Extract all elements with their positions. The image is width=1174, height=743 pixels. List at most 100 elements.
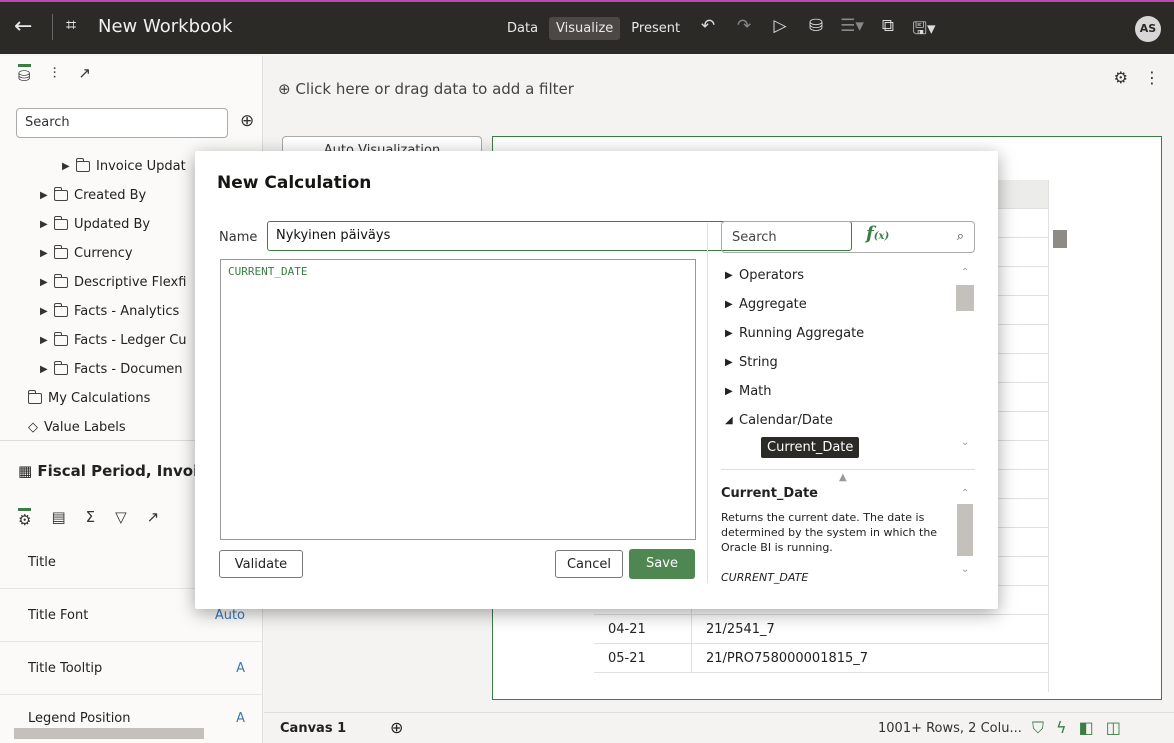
back-arrow-icon[interactable]: ←	[14, 14, 32, 39]
expand-arrow-icon[interactable]: ▶	[721, 270, 739, 281]
cancel-button[interactable]: Cancel	[555, 550, 623, 578]
tree-node-label: Facts - Ledger Cu	[74, 333, 187, 348]
filter-bar[interactable]: ⊕ Click here or drag data to add a filte…	[278, 80, 574, 98]
workbook-icon: ⌗	[66, 15, 77, 36]
property-value[interactable]: A	[236, 661, 245, 676]
tab-data[interactable]: Data	[500, 17, 545, 40]
add-canvas-icon[interactable]: ⊕	[390, 718, 403, 737]
tab-present[interactable]: Present	[624, 17, 687, 40]
search-placeholder: Search	[732, 230, 777, 245]
expand-arrow-icon[interactable]: ▶	[40, 219, 54, 230]
category-label: String	[739, 355, 778, 370]
chevron-down-icon[interactable]: ⌄	[961, 437, 969, 448]
search-icon[interactable]: ⌕	[957, 229, 964, 244]
tag-icon: ◇	[28, 420, 38, 435]
folder-icon	[54, 216, 68, 230]
description-syntax: CURRENT_DATE	[721, 571, 809, 584]
horizontal-scrollbar[interactable]	[6, 726, 251, 740]
visualizations-icon[interactable]: ⫶	[53, 64, 57, 85]
refresh-data-icon[interactable]: ⛁	[798, 16, 834, 45]
chevron-up-icon[interactable]: ⌃	[961, 267, 969, 278]
auto-apply-icon[interactable]: ϟ	[1056, 718, 1067, 738]
data-icon[interactable]: ⛁	[18, 64, 31, 85]
expand-arrow-icon[interactable]: ▶	[721, 357, 739, 368]
tree-node-label: Facts - Analytics	[74, 304, 180, 319]
expand-arrow-icon[interactable]: ▶	[40, 364, 54, 375]
chevron-up-icon[interactable]: ▲	[839, 472, 847, 483]
table-vertical-scrollbar[interactable]	[1048, 180, 1070, 692]
category-item[interactable]: ▶ Running Aggregate	[721, 319, 955, 348]
general-settings-icon[interactable]: ⚙	[18, 508, 32, 529]
expand-arrow-icon[interactable]: ▶	[721, 299, 739, 310]
scrollbar-thumb[interactable]	[1053, 230, 1067, 248]
save-menu-icon[interactable]: 🖫▾	[906, 16, 942, 45]
analytics-icon[interactable]: ↗	[147, 508, 160, 529]
expand-arrow-icon[interactable]: ▶	[40, 335, 54, 346]
chevron-down-icon[interactable]: ⌄	[961, 564, 969, 575]
folder-icon	[54, 274, 68, 288]
expand-arrow-icon[interactable]: ▶	[40, 190, 54, 201]
scrollbar-thumb[interactable]	[956, 285, 974, 311]
grammar-panel-icon[interactable]: ◫	[1106, 718, 1121, 738]
divider	[707, 223, 708, 583]
period-cell: 04-21	[594, 615, 692, 643]
settings-icon[interactable]: ⚙	[1114, 68, 1128, 87]
avatar[interactable]: AS	[1135, 16, 1161, 42]
analytics-icon[interactable]: ↗	[78, 64, 91, 85]
workbook-title[interactable]: New Workbook	[98, 16, 232, 37]
add-data-icon[interactable]: ⊕	[240, 111, 254, 131]
selected-function-item[interactable]: Current_Date	[761, 437, 860, 458]
undo-icon[interactable]: ↶	[690, 16, 726, 45]
category-item[interactable]: ▶ Aggregate	[721, 290, 955, 319]
function-description: ▲ Current_Date Returns the current date.…	[721, 469, 975, 584]
folder-icon	[76, 158, 90, 172]
panel-search-input[interactable]: Search	[16, 108, 228, 138]
expand-arrow-icon[interactable]: ▶	[40, 277, 54, 288]
status-icons: ⛉ ϟ ◧ ◫	[1032, 718, 1121, 738]
category-label: Aggregate	[739, 297, 807, 312]
canvas-tab[interactable]: Canvas 1	[280, 721, 346, 736]
category-item[interactable]: ▶ String	[721, 348, 955, 377]
play-icon[interactable]: ▷	[762, 16, 798, 45]
function-category-list: ▶ Operators ▶ Aggregate ▶ Running Aggregate…	[721, 261, 955, 458]
export-icon[interactable]: ⧉	[870, 16, 906, 45]
expand-arrow-icon[interactable]: ▶	[40, 306, 54, 317]
property-value[interactable]: A	[236, 711, 245, 726]
collapse-arrow-icon[interactable]: ◢	[721, 415, 739, 426]
more-options-icon[interactable]: ⋮	[1144, 68, 1160, 87]
tree-node-label: Updated By	[74, 217, 151, 232]
category-item-expanded[interactable]: ◢ Calendar/Date	[721, 406, 955, 435]
expand-arrow-icon[interactable]: ▶	[40, 248, 54, 259]
expand-arrow-icon[interactable]: ▶	[62, 161, 76, 172]
properties-tabs: ⚙ ▤ Σ ▽ ↗	[18, 508, 159, 529]
scrollbar-thumb[interactable]	[14, 728, 204, 739]
presentation-menu-icon[interactable]: ☰▾	[834, 16, 870, 45]
category-item[interactable]: ▶ Math	[721, 377, 955, 406]
value-cell: 21/2541_7	[706, 622, 775, 637]
panel-tabs: ⛁ ⫶ ↗	[18, 64, 91, 85]
property-row[interactable]: Title Tooltip A	[0, 642, 263, 695]
chevron-up-icon[interactable]: ⌃	[961, 488, 969, 499]
validate-button[interactable]: Validate	[219, 550, 303, 578]
panel-toggle-icon[interactable]: ◧	[1079, 718, 1094, 738]
property-value[interactable]: Auto	[215, 608, 245, 623]
filter-status-icon[interactable]: ⛉	[1032, 718, 1044, 738]
description-text: Returns the current date. The date is de…	[721, 511, 938, 554]
expression-editor[interactable]: CURRENT_DATE	[220, 259, 696, 540]
add-filter-icon[interactable]: ⊕	[278, 80, 295, 98]
function-search-input[interactable]: Search ⌕	[721, 221, 975, 253]
canvas-toolbar: ⚙ ⋮	[1114, 68, 1160, 87]
top-bar: ← ⌗ New Workbook Data Visualize Present …	[0, 0, 1174, 54]
expand-arrow-icon[interactable]: ▶	[721, 328, 739, 339]
function-list-scrollbar[interactable]: ⌃ ⌄	[955, 261, 975, 461]
expand-arrow-icon[interactable]: ▶	[721, 386, 739, 397]
sigma-icon[interactable]: Σ	[86, 508, 95, 529]
edges-icon[interactable]: ▤	[51, 508, 65, 529]
redo-icon[interactable]: ↷	[726, 16, 762, 45]
scrollbar-thumb[interactable]	[957, 504, 973, 556]
category-item[interactable]: ▶ Operators	[721, 261, 955, 290]
save-button[interactable]: Save	[629, 549, 695, 579]
filter-icon[interactable]: ▽	[115, 508, 127, 529]
canvas-tab-bar: Canvas 1 ⊕ 1001+ Rows, 2 Colu... ⛉ ϟ ◧ ◫	[264, 712, 1174, 743]
tab-visualize[interactable]: Visualize	[549, 17, 621, 40]
